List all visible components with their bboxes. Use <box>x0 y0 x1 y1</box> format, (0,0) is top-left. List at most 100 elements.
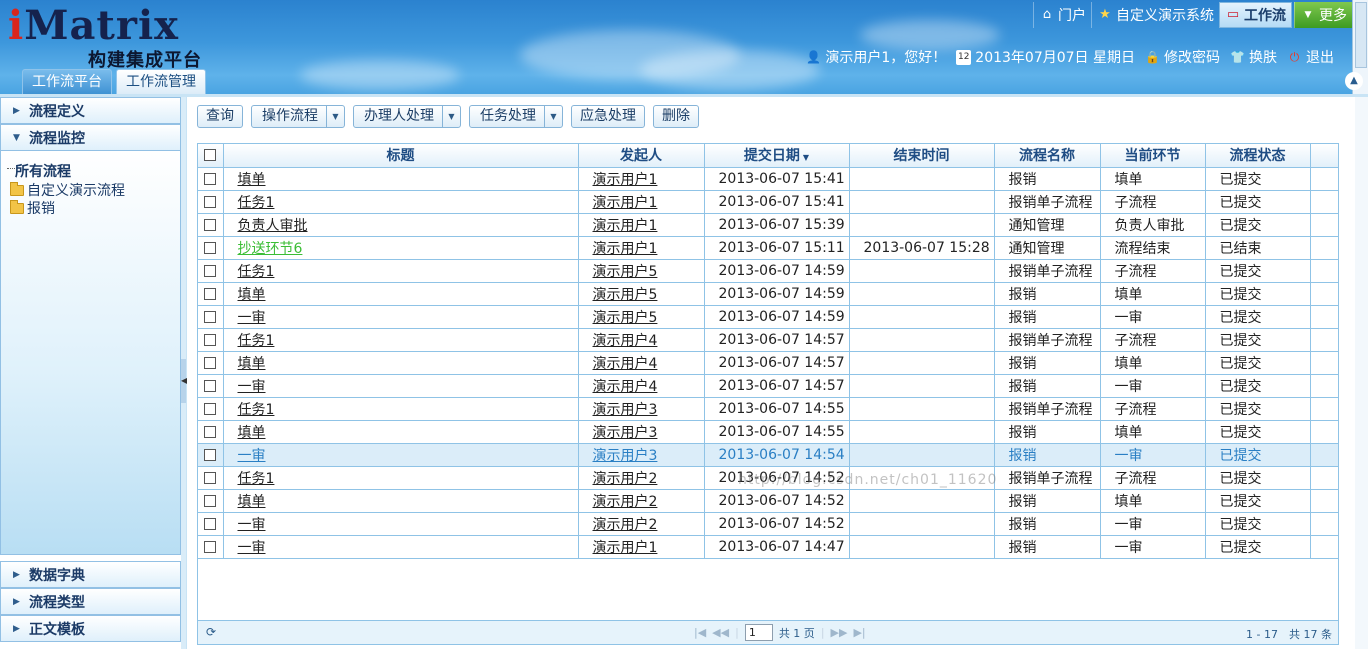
row-checkbox[interactable] <box>198 167 224 191</box>
top-nav-more[interactable]: ▼ 更多 <box>1294 2 1352 28</box>
column-header-end-time[interactable]: 结束时间 <box>849 144 995 168</box>
table-row[interactable]: 填单 演示用户1 2013-06-07 15:41 报销 填单 已提交 <box>198 167 1338 191</box>
cell-starter[interactable]: 演示用户3 <box>578 397 705 421</box>
emergency-button[interactable]: 应急处理 <box>571 105 645 128</box>
table-row[interactable]: 抄送环节6 演示用户1 2013-06-07 15:11 2013-06-07 15:… <box>198 236 1338 260</box>
sidebar-splitter[interactable]: ◀ <box>181 97 187 649</box>
row-checkbox[interactable] <box>198 213 224 237</box>
next-page-icon[interactable]: ▶▶ <box>831 626 848 639</box>
cell-title[interactable]: 填单 <box>223 167 579 191</box>
last-page-icon[interactable]: ▶| <box>853 626 865 639</box>
column-header-submit-date[interactable]: 提交日期 ▼ <box>704 144 850 168</box>
table-row[interactable]: 任务1 演示用户5 2013-06-07 14:59 报销单子流程 子流程 已提交 <box>198 259 1338 283</box>
cell-title[interactable]: 任务1 <box>223 328 579 352</box>
column-header-current-node[interactable]: 当前环节 <box>1100 144 1206 168</box>
cell-title[interactable]: 一审 <box>223 535 579 559</box>
cell-starter[interactable]: 演示用户3 <box>578 443 705 467</box>
handler-process-button[interactable]: 办理人处理 ▼ <box>353 105 461 128</box>
column-header-title[interactable]: 标题 <box>223 144 579 168</box>
row-checkbox[interactable] <box>198 259 224 283</box>
top-nav-workflow[interactable]: ▭ 工作流 <box>1219 2 1292 28</box>
row-checkbox[interactable] <box>198 466 224 490</box>
tree-node-reimbursement[interactable]: 报销 <box>1 199 180 217</box>
tree-node-all-processes[interactable]: 所有流程 <box>1 161 180 181</box>
cell-starter[interactable]: 演示用户5 <box>578 282 705 306</box>
row-checkbox[interactable] <box>198 374 224 398</box>
cell-title[interactable]: 任务1 <box>223 190 579 214</box>
cell-starter[interactable]: 演示用户2 <box>578 512 705 536</box>
cell-title[interactable]: 填单 <box>223 282 579 306</box>
row-checkbox[interactable] <box>198 190 224 214</box>
cell-starter[interactable]: 演示用户1 <box>578 167 705 191</box>
cell-starter[interactable]: 演示用户1 <box>578 213 705 237</box>
cell-title[interactable]: 任务1 <box>223 397 579 421</box>
cell-title[interactable]: 填单 <box>223 489 579 513</box>
table-row[interactable]: 任务1 演示用户3 2013-06-07 14:55 报销单子流程 子流程 已提交 <box>198 397 1338 421</box>
cell-starter[interactable]: 演示用户2 <box>578 489 705 513</box>
collapse-header-icon[interactable]: ▲ <box>1345 72 1363 90</box>
tab-workflow-platform[interactable]: 工作流平台 <box>22 69 112 94</box>
table-row[interactable]: 一审 演示用户2 2013-06-07 14:52 报销 一审 已提交 <box>198 512 1338 536</box>
row-checkbox[interactable] <box>198 397 224 421</box>
table-row[interactable]: 负责人审批 演示用户1 2013-06-07 15:39 通知管理 负责人审批 已提交 <box>198 213 1338 237</box>
table-row[interactable]: 任务1 演示用户2 2013-06-07 14:52 报销单子流程 子流程 已提交 <box>198 466 1338 490</box>
row-checkbox[interactable] <box>198 236 224 260</box>
cell-starter[interactable]: 演示用户1 <box>578 535 705 559</box>
cell-starter[interactable]: 演示用户1 <box>578 190 705 214</box>
dropdown-arrow-icon[interactable]: ▼ <box>443 106 460 127</box>
row-checkbox[interactable] <box>198 489 224 513</box>
cell-starter[interactable]: 演示用户4 <box>578 374 705 398</box>
tab-workflow-management[interactable]: 工作流管理 <box>116 69 206 94</box>
table-row[interactable]: 填单 演示用户4 2013-06-07 14:57 报销 填单 已提交 <box>198 351 1338 375</box>
cell-starter[interactable]: 演示用户3 <box>578 420 705 444</box>
cell-title[interactable]: 一审 <box>223 305 579 329</box>
refresh-icon[interactable]: ⟳ <box>206 625 216 639</box>
table-row[interactable]: 一审 演示用户5 2013-06-07 14:59 报销 一审 已提交 <box>198 305 1338 329</box>
sidebar-section-process-definition[interactable]: ▶ 流程定义 <box>0 97 181 124</box>
sidebar-section-process-type[interactable]: ▶ 流程类型 <box>0 588 181 615</box>
row-checkbox[interactable] <box>198 535 224 559</box>
table-row[interactable]: 填单 演示用户5 2013-06-07 14:59 报销 填单 已提交 <box>198 282 1338 306</box>
column-header-starter[interactable]: 发起人 <box>578 144 705 168</box>
table-row[interactable]: 一审 演示用户4 2013-06-07 14:57 报销 一审 已提交 <box>198 374 1338 398</box>
sidebar-section-data-dictionary[interactable]: ▶ 数据字典 <box>0 561 181 588</box>
cell-starter[interactable]: 演示用户4 <box>578 351 705 375</box>
column-header-status[interactable]: 流程状态 <box>1205 144 1311 168</box>
sidebar-section-process-monitor[interactable]: ▼ 流程监控 <box>0 124 181 151</box>
cell-starter[interactable]: 演示用户4 <box>578 328 705 352</box>
cell-title[interactable]: 填单 <box>223 420 579 444</box>
table-row[interactable]: 任务1 演示用户1 2013-06-07 15:41 报销单子流程 子流程 已提交 <box>198 190 1338 214</box>
cell-title[interactable]: 一审 <box>223 512 579 536</box>
tree-node-custom-demo[interactable]: 自定义演示流程 <box>1 181 180 199</box>
right-scrollbar[interactable] <box>1355 97 1368 649</box>
dropdown-arrow-icon[interactable]: ▼ <box>545 106 562 127</box>
table-row[interactable]: 任务1 演示用户4 2013-06-07 14:57 报销单子流程 子流程 已提交 <box>198 328 1338 352</box>
row-checkbox[interactable] <box>198 282 224 306</box>
page-number-input[interactable]: 1 <box>744 624 773 641</box>
row-checkbox[interactable] <box>198 328 224 352</box>
sidebar-section-text-template[interactable]: ▶ 正文模板 <box>0 615 181 642</box>
change-password-link[interactable]: 🔒 修改密码 <box>1145 47 1220 67</box>
cell-title[interactable]: 一审 <box>223 374 579 398</box>
cell-starter[interactable]: 演示用户2 <box>578 466 705 490</box>
column-header-process-name[interactable]: 流程名称 <box>994 144 1101 168</box>
query-button[interactable]: 查询 <box>197 105 243 128</box>
delete-button[interactable]: 删除 <box>653 105 699 128</box>
operate-flow-button[interactable]: 操作流程 ▼ <box>251 105 345 128</box>
cell-title[interactable]: 负责人审批 <box>223 213 579 237</box>
top-nav-custom-demo[interactable]: ★ 自定义演示系统 <box>1091 2 1219 28</box>
table-row[interactable]: 一审 演示用户3 2013-06-07 14:54 报销 一审 已提交 <box>198 443 1338 467</box>
cell-starter[interactable]: 演示用户5 <box>578 259 705 283</box>
row-checkbox[interactable] <box>198 443 224 467</box>
row-checkbox[interactable] <box>198 512 224 536</box>
first-page-icon[interactable]: |◀ <box>694 626 706 639</box>
cell-title[interactable]: 填单 <box>223 351 579 375</box>
cell-title[interactable]: 一审 <box>223 443 579 467</box>
cell-title[interactable]: 任务1 <box>223 259 579 283</box>
row-checkbox[interactable] <box>198 351 224 375</box>
skin-link[interactable]: 👕 换肤 <box>1230 47 1277 67</box>
select-all-checkbox[interactable] <box>198 144 224 168</box>
cell-starter[interactable]: 演示用户1 <box>578 236 705 260</box>
row-checkbox[interactable] <box>198 305 224 329</box>
table-row[interactable]: 填单 演示用户3 2013-06-07 14:55 报销 填单 已提交 <box>198 420 1338 444</box>
